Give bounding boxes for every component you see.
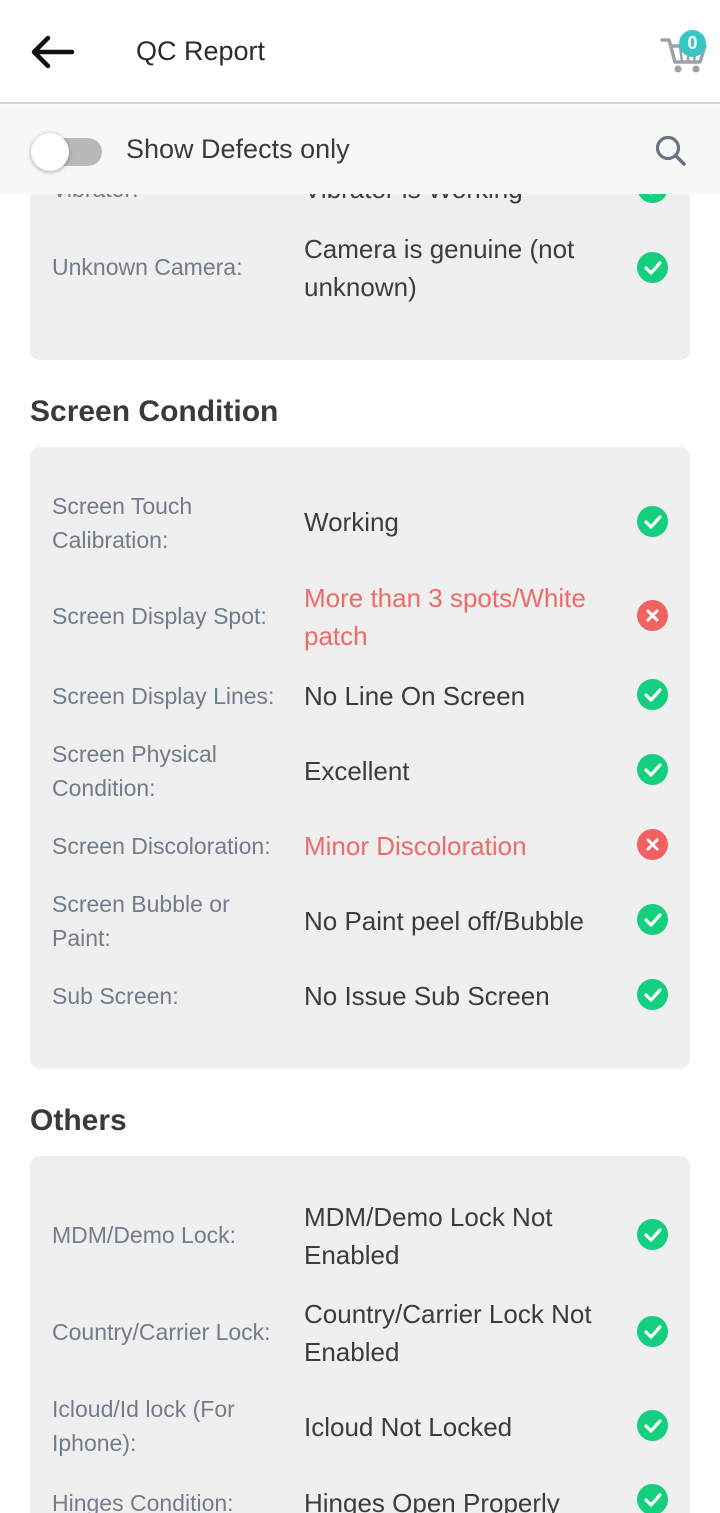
pass-icon bbox=[637, 1410, 668, 1441]
pass-icon bbox=[637, 754, 668, 785]
search-icon[interactable] bbox=[652, 132, 690, 170]
check-value: Country/Carrier Lock Not Enabled bbox=[304, 1299, 592, 1367]
check-label: Hinges Condition: bbox=[52, 1490, 234, 1513]
fail-icon bbox=[637, 600, 668, 631]
check-label: Screen Touch Calibration: bbox=[52, 493, 193, 553]
check-value: MDM/Demo Lock Not Enabled bbox=[304, 1202, 553, 1270]
cart-count-badge: 0 bbox=[679, 30, 706, 57]
pass-icon bbox=[637, 904, 668, 935]
check-value-defect: Minor Discoloration bbox=[304, 831, 527, 861]
check-value: Hinges Open Properly bbox=[304, 1488, 560, 1513]
check-label: Sub Screen: bbox=[52, 983, 179, 1009]
pass-icon bbox=[637, 679, 668, 710]
screen-condition-card: Screen Touch Calibration: Working Screen… bbox=[30, 447, 690, 1069]
pass-icon bbox=[637, 1219, 668, 1250]
check-value: No Paint peel off/Bubble bbox=[304, 906, 584, 936]
check-value: Working bbox=[304, 507, 399, 537]
others-card: MDM/Demo Lock: MDM/Demo Lock Not Enabled… bbox=[30, 1156, 690, 1513]
check-label: Screen Display Spot: bbox=[52, 603, 267, 629]
check-label: Screen Physical Condition: bbox=[52, 741, 217, 801]
pass-icon bbox=[637, 1484, 668, 1513]
pass-icon bbox=[637, 252, 668, 283]
back-arrow-icon[interactable] bbox=[26, 30, 78, 74]
report-content[interactable]: Vibrator: Vibrator is Working Unknown Ca… bbox=[0, 0, 720, 1513]
check-label: Icloud/Id lock (For Iphone): bbox=[52, 1396, 235, 1456]
check-value: No Line On Screen bbox=[304, 681, 526, 711]
filter-bar: Show Defects only bbox=[0, 106, 720, 194]
check-value: Camera is genuine (not unknown) bbox=[304, 234, 575, 302]
check-value: Icloud Not Locked bbox=[304, 1412, 513, 1442]
check-label: MDM/Demo Lock: bbox=[52, 1222, 237, 1248]
check-label: Screen Display Lines: bbox=[52, 683, 275, 709]
check-label: Screen Discoloration: bbox=[52, 833, 271, 859]
check-value: Excellent bbox=[304, 756, 410, 786]
pass-icon bbox=[637, 979, 668, 1010]
app-header: QC Report 0 bbox=[0, 0, 720, 104]
check-label: Screen Bubble or Paint: bbox=[52, 891, 230, 951]
page-title: QC Report bbox=[136, 36, 266, 66]
check-label: Unknown Camera: bbox=[52, 254, 243, 280]
pass-icon bbox=[637, 506, 668, 537]
pass-icon bbox=[637, 1316, 668, 1347]
section-title-screen-condition: Screen Condition bbox=[30, 395, 279, 428]
check-label: Country/Carrier Lock: bbox=[52, 1319, 271, 1345]
check-value: No Issue Sub Screen bbox=[304, 981, 550, 1011]
defects-only-label: Show Defects only bbox=[126, 134, 350, 164]
fail-icon bbox=[637, 829, 668, 860]
toggle-knob[interactable] bbox=[31, 133, 69, 171]
section-title-others: Others bbox=[30, 1104, 127, 1137]
check-value-defect: More than 3 spots/White patch bbox=[304, 583, 586, 651]
